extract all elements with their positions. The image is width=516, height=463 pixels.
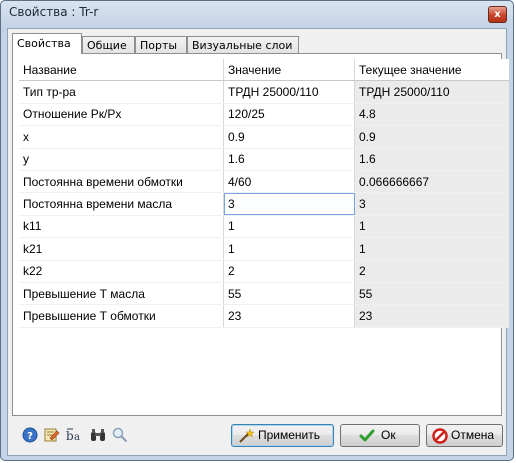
notes-icon[interactable] — [44, 427, 60, 443]
cancel-button[interactable]: Отмена — [426, 424, 503, 447]
table-row[interactable]: Превышение Т масла 55 55 — [19, 282, 509, 306]
help-icon[interactable]: ? — [22, 427, 38, 443]
property-current-value: ТРДН 25000/110 — [354, 80, 509, 104]
magnifier-icon[interactable] — [112, 427, 128, 443]
table-row[interactable]: x 0.9 0.9 — [19, 125, 509, 149]
table-row[interactable]: Постоянна времени обмотки 4/60 0.0666666… — [19, 170, 509, 194]
wand-icon — [238, 428, 255, 444]
close-button[interactable]: x — [488, 6, 507, 23]
svg-text:a: a — [74, 432, 80, 443]
property-value[interactable]: 0.9 — [223, 125, 355, 149]
property-current-value: 3 — [354, 192, 509, 216]
property-name: k22 — [19, 260, 224, 283]
properties-dialog: Свойства : Tr-r x Свойства Общие Порты В… — [0, 0, 514, 461]
table-row[interactable]: k11 1 1 — [19, 215, 509, 239]
property-value[interactable]: 1 — [223, 237, 355, 261]
property-name: k21 — [19, 237, 224, 261]
ok-button[interactable]: Ок — [340, 424, 420, 447]
table-row[interactable]: k22 2 2 — [19, 260, 509, 283]
properties-grid: Название Значение Текущее значение Тип т… — [19, 59, 509, 328]
table-row[interactable]: y 1.6 1.6 — [19, 148, 509, 171]
property-current-value: 0.9 — [354, 125, 509, 149]
property-value[interactable]: 23 — [223, 304, 355, 328]
tab-general[interactable]: Общие — [82, 36, 135, 53]
property-current-value: 23 — [354, 304, 509, 328]
tab-ports[interactable]: Порты — [135, 36, 187, 53]
property-current-value: 2 — [354, 260, 509, 283]
tab-visual-layers[interactable]: Визуальные слои — [187, 36, 299, 53]
table-row[interactable]: Постоянна времени масла 3 3 — [19, 192, 509, 216]
property-current-value: 0.066666667 — [354, 170, 509, 194]
property-current-value: 1 — [354, 237, 509, 261]
binoculars-icon[interactable] — [90, 427, 106, 443]
title-bar[interactable]: Свойства : Tr-r x — [1, 1, 513, 27]
property-name: k11 — [19, 215, 224, 239]
cancel-label: Отмена — [451, 428, 495, 442]
checkmark-icon — [359, 428, 375, 444]
column-header-name[interactable]: Название — [19, 59, 224, 82]
property-value[interactable]: 4/60 — [223, 170, 355, 194]
svg-text:?: ? — [27, 431, 33, 442]
apply-label: Применить — [258, 428, 321, 442]
font-size-icon[interactable]: ba — [66, 427, 84, 443]
grid-header-row: Название Значение Текущее значение — [19, 59, 509, 82]
properties-panel: Название Значение Текущее значение Тип т… — [12, 53, 509, 416]
property-name: Отношение Рк/Рх — [19, 103, 224, 127]
property-value[interactable]: 2 — [223, 260, 355, 283]
property-value[interactable]: 120/25 — [223, 103, 355, 127]
ok-label: Ок — [381, 428, 396, 442]
window-title: Свойства : Tr-r — [9, 5, 99, 19]
property-value[interactable]: 1.6 — [223, 148, 355, 171]
property-current-value: 55 — [354, 282, 509, 306]
cancel-icon — [432, 428, 448, 444]
table-row[interactable]: Превышение Т обмотки 23 23 — [19, 304, 509, 328]
property-name: Тип тр-ра — [19, 80, 224, 104]
apply-button[interactable]: Применить — [231, 424, 334, 447]
property-name: Превышение Т масла — [19, 282, 224, 306]
property-name: x — [19, 125, 224, 149]
dialog-body: Свойства Общие Порты Визуальные слои Наз… — [7, 28, 509, 456]
table-row[interactable]: Отношение Рк/Рх 120/25 4.8 — [19, 103, 509, 127]
table-row[interactable]: Тип тр-ра ТРДН 25000/110 ТРДН 25000/110 — [19, 80, 509, 104]
property-current-value: 1 — [354, 215, 509, 239]
property-value[interactable]: ТРДН 25000/110 — [223, 80, 355, 104]
property-name: Постоянна времени обмотки — [19, 170, 224, 194]
table-row[interactable]: k21 1 1 — [19, 237, 509, 261]
property-value-editor[interactable]: 3 — [223, 192, 355, 216]
column-header-value[interactable]: Значение — [223, 59, 355, 82]
property-current-value: 1.6 — [354, 148, 509, 171]
tab-properties[interactable]: Свойства — [12, 33, 82, 54]
svg-text:b: b — [66, 429, 74, 443]
property-value[interactable]: 1 — [223, 215, 355, 239]
property-name: Превышение Т обмотки — [19, 304, 224, 328]
property-value[interactable]: 55 — [223, 282, 355, 306]
column-header-current-value[interactable]: Текущее значение — [354, 59, 509, 82]
property-current-value: 4.8 — [354, 103, 509, 127]
property-name: y — [19, 148, 224, 171]
property-name: Постоянна времени масла — [19, 192, 224, 216]
